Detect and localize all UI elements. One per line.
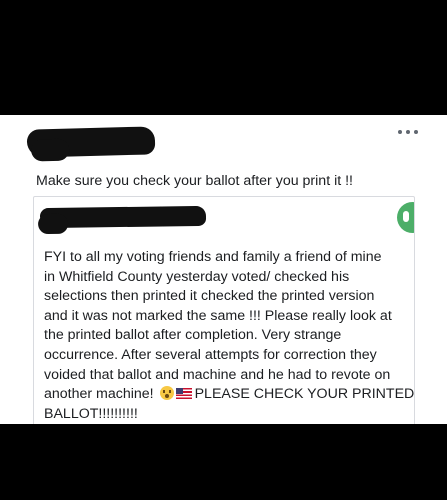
dot — [406, 130, 410, 134]
more-options-icon[interactable] — [398, 126, 418, 138]
post-caption: Make sure you check your ballot after yo… — [36, 173, 354, 189]
redacted-author-name — [26, 126, 156, 158]
text-line: another machine! PLEASE CHECK YOUR PRINT… — [44, 385, 414, 405]
shared-post-text: FYI to all my voting friends and family … — [44, 248, 414, 424]
us-flag-icon — [175, 388, 192, 400]
text-line: the printed ballot after completion. Ver… — [44, 327, 342, 344]
text-line: voided that ballot and machine and he ha… — [44, 366, 391, 383]
text-line: BALLOT!!!!!!!!!! — [44, 405, 138, 422]
text-line: and it was not marked the same !!! Pleas… — [44, 307, 392, 324]
text-segment: another machine! — [44, 386, 154, 403]
green-profile-icon[interactable] — [397, 202, 414, 233]
post-card: Make sure you check your ballot after yo… — [0, 115, 447, 424]
dot — [414, 130, 418, 134]
text-line: occurrence. After several attempts for c… — [44, 346, 377, 363]
redacted-shared-author-name — [39, 205, 207, 229]
text-line: in Whitfield County yesterday voted/ che… — [44, 268, 350, 285]
dot — [398, 130, 402, 134]
text-line: FYI to all my voting friends and family … — [44, 249, 382, 265]
shared-post[interactable]: FYI to all my voting friends and family … — [33, 196, 415, 424]
text-line: selections then printed it checked the p… — [44, 288, 375, 305]
text-segment: PLEASE CHECK YOUR PRINTED — [194, 386, 415, 403]
grimacing-face-icon — [159, 386, 174, 401]
